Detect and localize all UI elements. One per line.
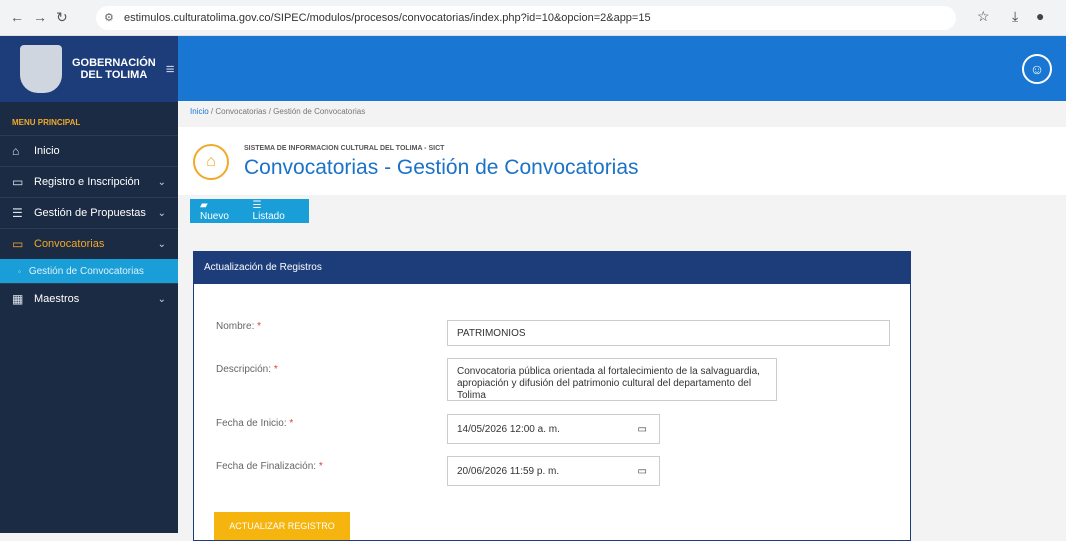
- table-icon: ▦: [12, 292, 24, 306]
- star-icon[interactable]: ☆: [977, 8, 990, 25]
- fecha-inicio-input[interactable]: 14/05/2026 12:00 a. m. ▭: [447, 414, 660, 444]
- list-icon: ☰: [12, 206, 23, 220]
- forward-arrow-icon[interactable]: →: [33, 9, 47, 25]
- sidebar-item-registro[interactable]: ▭ Registro e Inscripción ⌄: [0, 166, 178, 197]
- breadcrumb-home-link[interactable]: Inicio: [190, 107, 209, 116]
- download-icon[interactable]: ⤓: [1012, 8, 1018, 25]
- fecha-fin-label: Fecha de Finalización: *: [216, 461, 323, 472]
- chevron-down-icon: ⌄: [157, 238, 166, 250]
- sidebar-subitem-gestion[interactable]: ◦ Gestión de Convocatorias: [0, 259, 178, 283]
- sidebar: GOBERNACIÓN DEL TOLIMA ≡ MENU PRINCIPAL ⌂…: [0, 36, 178, 533]
- top-header: ☺: [178, 36, 1066, 101]
- logo[interactable]: GOBERNACIÓN DEL TOLIMA ≡: [0, 36, 178, 102]
- inbox-icon: ▭: [12, 175, 24, 189]
- calendar-icon[interactable]: ▭: [638, 415, 647, 445]
- nombre-input[interactable]: PATRIMONIOS: [447, 320, 890, 346]
- home-icon: ⌂: [12, 144, 20, 158]
- list-button[interactable]: ☰ Listado: [253, 200, 299, 222]
- chevron-down-icon: ⌄: [157, 176, 166, 188]
- nombre-label: Nombre: *: [216, 321, 262, 332]
- user-avatar-icon[interactable]: ☺: [1022, 54, 1052, 84]
- address-bar[interactable]: ⚙ estimulos.culturatolima.gov.co/SIPEC/mo…: [96, 6, 956, 30]
- sidebar-item-propuestas[interactable]: ☰ Gestión de Propuestas ⌄: [0, 197, 178, 228]
- sidebar-item-convocatorias[interactable]: ▭ Convocatorias ⌄: [0, 228, 178, 259]
- page-title-area: ⌂ SISTEMA DE INFORMACION CULTURAL DEL TO…: [178, 127, 1066, 195]
- chevron-down-icon: ⌄: [157, 207, 166, 219]
- chevron-down-icon: ⌄: [157, 293, 166, 305]
- action-toolbar: ▰ Nuevo ☰ Listado: [190, 199, 309, 223]
- reload-icon[interactable]: ↻: [56, 9, 68, 26]
- profile-icon[interactable]: ●: [1036, 8, 1044, 24]
- calendar-icon: ▭: [12, 237, 24, 251]
- sidebar-item-maestros[interactable]: ▦ Maestros ⌄: [0, 283, 178, 314]
- breadcrumb: Inicio / Convocatorias / Gestión de Conv…: [178, 101, 1066, 127]
- browser-toolbar: ← → ↻ ⚙ estimulos.culturatolima.gov.co/SI…: [0, 0, 1066, 36]
- calendar-icon[interactable]: ▭: [638, 457, 647, 487]
- descripcion-textarea[interactable]: Convocatoria pública orientada al fortal…: [447, 358, 777, 401]
- new-button[interactable]: ▰ Nuevo: [200, 200, 243, 222]
- fecha-inicio-label: Fecha de Inicio: *: [216, 418, 294, 429]
- sidebar-item-inicio[interactable]: ⌂ Inicio: [0, 135, 178, 166]
- update-form-card: Actualización de Registros Nombre: * PAT…: [193, 251, 911, 541]
- fecha-fin-input[interactable]: 20/06/2026 11:59 p. m. ▭: [447, 456, 660, 486]
- menu-heading: MENU PRINCIPAL: [12, 118, 81, 127]
- menu-toggle-icon[interactable]: ≡: [166, 61, 175, 78]
- coat-of-arms-icon: [20, 45, 62, 93]
- card-title: Actualización de Registros: [194, 252, 910, 284]
- back-arrow-icon[interactable]: ←: [10, 9, 24, 25]
- descripcion-label: Descripción: *: [216, 364, 278, 375]
- update-record-button[interactable]: ACTUALIZAR REGISTRO: [214, 512, 350, 540]
- site-settings-icon[interactable]: ⚙: [104, 6, 114, 30]
- page-subtitle: SISTEMA DE INFORMACION CULTURAL DEL TOLI…: [244, 145, 445, 152]
- home-icon: ⌂: [193, 144, 229, 180]
- page-title: Convocatorias - Gestión de Convocatorias: [244, 156, 639, 179]
